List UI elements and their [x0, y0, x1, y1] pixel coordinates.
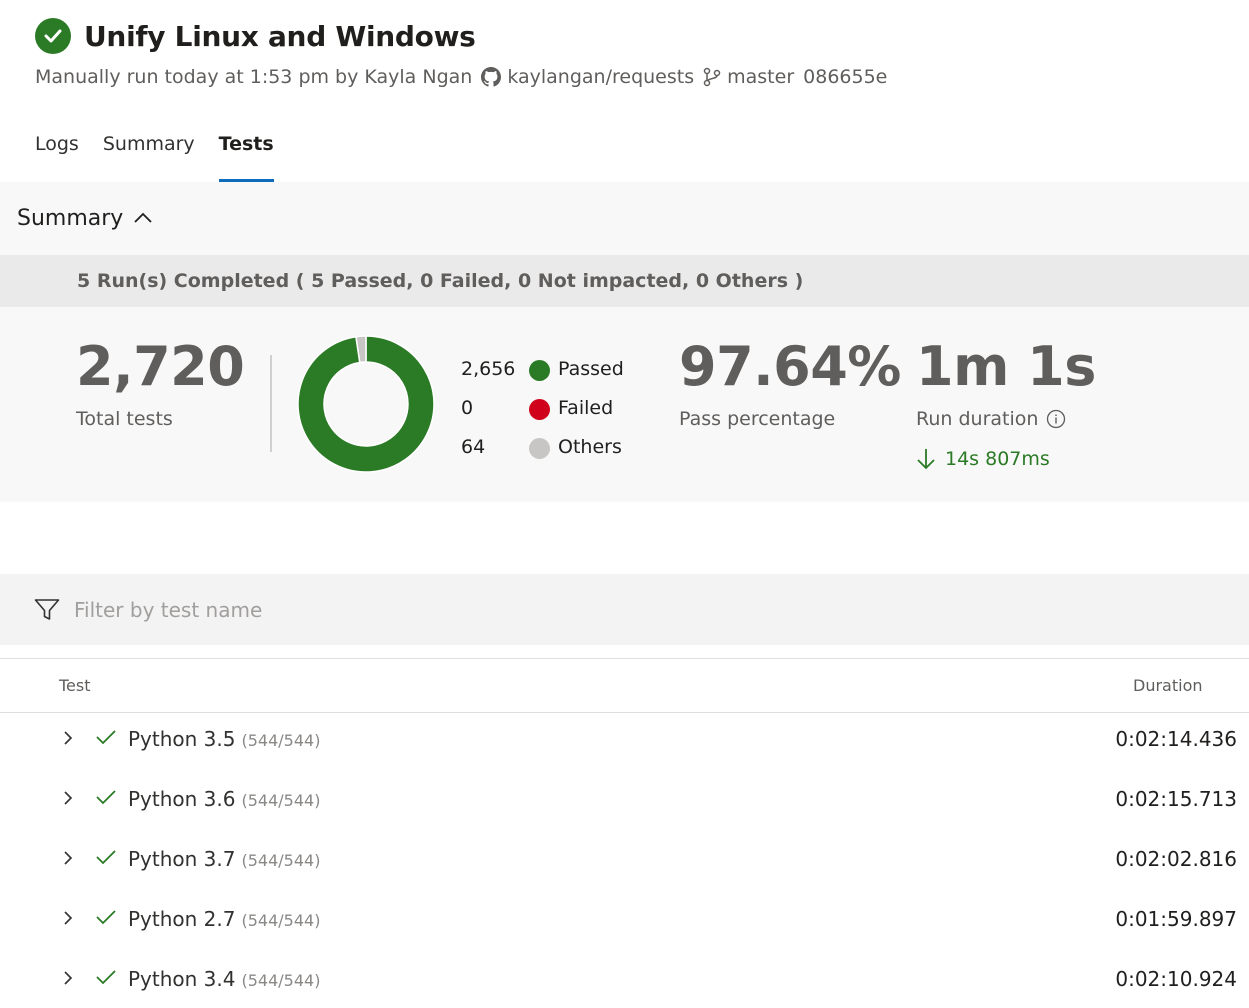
table-row[interactable]: Python 3.4 (544/544) 0:02:10.924: [0, 953, 1249, 1008]
test-name: Python 3.5 (544/544): [128, 727, 320, 751]
column-header-duration[interactable]: Duration: [1133, 676, 1203, 695]
duration-delta: 14s 807ms: [916, 447, 1050, 471]
legend-failed-dot: [529, 399, 550, 420]
title-row: Unify Linux and Windows: [35, 16, 476, 56]
test-name-label: Python 3.7: [128, 847, 236, 871]
summary-section-toggle[interactable]: Summary: [0, 182, 1249, 255]
table-row[interactable]: Python 3.6 (544/544) 0:02:15.713: [0, 773, 1249, 833]
runs-completed-text: 5 Run(s) Completed ( 5 Passed, 0 Failed,…: [77, 270, 804, 292]
test-name-label: Python 3.6: [128, 787, 236, 811]
test-name: Python 3.6 (544/544): [128, 787, 320, 811]
branch-icon: [703, 67, 721, 87]
tab-tests[interactable]: Tests: [218, 133, 274, 182]
test-duration: 0:02:10.924: [1115, 967, 1237, 991]
test-count: (544/544): [241, 791, 321, 810]
test-count: (544/544): [241, 851, 321, 870]
chevron-right-icon[interactable]: [62, 729, 74, 751]
legend-failed-label: Failed: [558, 397, 614, 419]
check-icon: [95, 908, 117, 930]
pass-percentage-value: 97.64%: [679, 335, 901, 398]
check-icon: [95, 788, 117, 810]
check-icon: [95, 848, 117, 870]
total-tests-label: Total tests: [76, 408, 173, 430]
github-icon: [481, 67, 502, 87]
chevron-right-icon[interactable]: [62, 909, 74, 931]
success-check-icon: [35, 18, 71, 54]
duration-delta-value: 14s 807ms: [945, 448, 1050, 470]
test-name: Python 3.7 (544/544): [128, 847, 320, 871]
info-icon[interactable]: [1046, 409, 1066, 429]
test-count: (544/544): [241, 731, 321, 750]
branch-name[interactable]: master: [727, 66, 794, 88]
legend-passed-count: 2,656: [461, 358, 516, 380]
repo-link[interactable]: kaylangan/requests: [507, 66, 694, 88]
total-tests-value: 2,720: [76, 335, 245, 398]
legend-failed-count: 0: [461, 397, 474, 419]
test-duration: 0:01:59.897: [1115, 907, 1237, 931]
page-title: Unify Linux and Windows: [84, 19, 476, 53]
chevron-right-icon[interactable]: [62, 789, 74, 811]
column-header-test[interactable]: Test: [59, 676, 91, 695]
check-icon: [95, 968, 117, 990]
run-info: Manually run today at 1:53 pm by Kayla N…: [35, 66, 473, 88]
test-name: Python 2.7 (544/544): [128, 907, 320, 931]
stats-divider: [270, 355, 272, 452]
table-row[interactable]: Python 3.5 (544/544) 0:02:14.436: [0, 713, 1249, 773]
test-name-label: Python 3.5: [128, 727, 236, 751]
legend-passed-label: Passed: [558, 358, 624, 380]
summary-title: Summary: [17, 206, 124, 231]
tab-summary[interactable]: Summary: [103, 133, 195, 182]
filter-bar: [0, 574, 1249, 645]
arrow-down-icon: [916, 447, 936, 471]
chevron-up-icon: [133, 209, 153, 228]
legend-others-dot: [529, 438, 550, 459]
run-duration-value: 1m 1s: [916, 335, 1096, 398]
table-header: Test Duration: [0, 658, 1249, 713]
runs-completed-bar: 5 Run(s) Completed ( 5 Passed, 0 Failed,…: [0, 255, 1249, 307]
legend-passed-dot: [529, 360, 550, 381]
chevron-right-icon[interactable]: [62, 849, 74, 871]
test-name: Python 3.4 (544/544): [128, 967, 320, 991]
legend-others-label: Others: [558, 436, 622, 458]
test-count: (544/544): [241, 971, 321, 990]
run-duration-label-row: Run duration: [916, 408, 1066, 430]
run-subtitle: Manually run today at 1:53 pm by Kayla N…: [35, 66, 887, 88]
test-name-label: Python 3.4: [128, 967, 236, 991]
filter-input[interactable]: [74, 597, 674, 622]
chevron-right-icon[interactable]: [62, 969, 74, 991]
page-header: Unify Linux and Windows: [35, 16, 476, 56]
test-name-label: Python 2.7: [128, 907, 236, 931]
tab-bar: Logs Summary Tests: [35, 133, 298, 182]
tab-logs[interactable]: Logs: [35, 133, 79, 182]
pass-percentage-label: Pass percentage: [679, 408, 836, 430]
commit-hash[interactable]: 086655e: [803, 66, 887, 88]
test-duration: 0:02:15.713: [1115, 787, 1237, 811]
table-row[interactable]: Python 2.7 (544/544) 0:01:59.897: [0, 893, 1249, 953]
table-row[interactable]: Python 3.7 (544/544) 0:02:02.816: [0, 833, 1249, 893]
summary-stats: 2,720 Total tests 2,656 Passed 0 Failed …: [0, 307, 1249, 502]
check-icon: [95, 728, 117, 750]
legend-others-count: 64: [461, 436, 486, 458]
outcome-donut-chart: [297, 335, 435, 473]
test-duration: 0:02:02.816: [1115, 847, 1237, 871]
run-duration-label: Run duration: [916, 408, 1039, 430]
filter-icon: [34, 598, 60, 622]
tests-table: Test Duration Python 3.5 (544/544) 0:02:1…: [0, 658, 1249, 1008]
test-count: (544/544): [241, 911, 321, 930]
test-duration: 0:02:14.436: [1115, 727, 1237, 751]
